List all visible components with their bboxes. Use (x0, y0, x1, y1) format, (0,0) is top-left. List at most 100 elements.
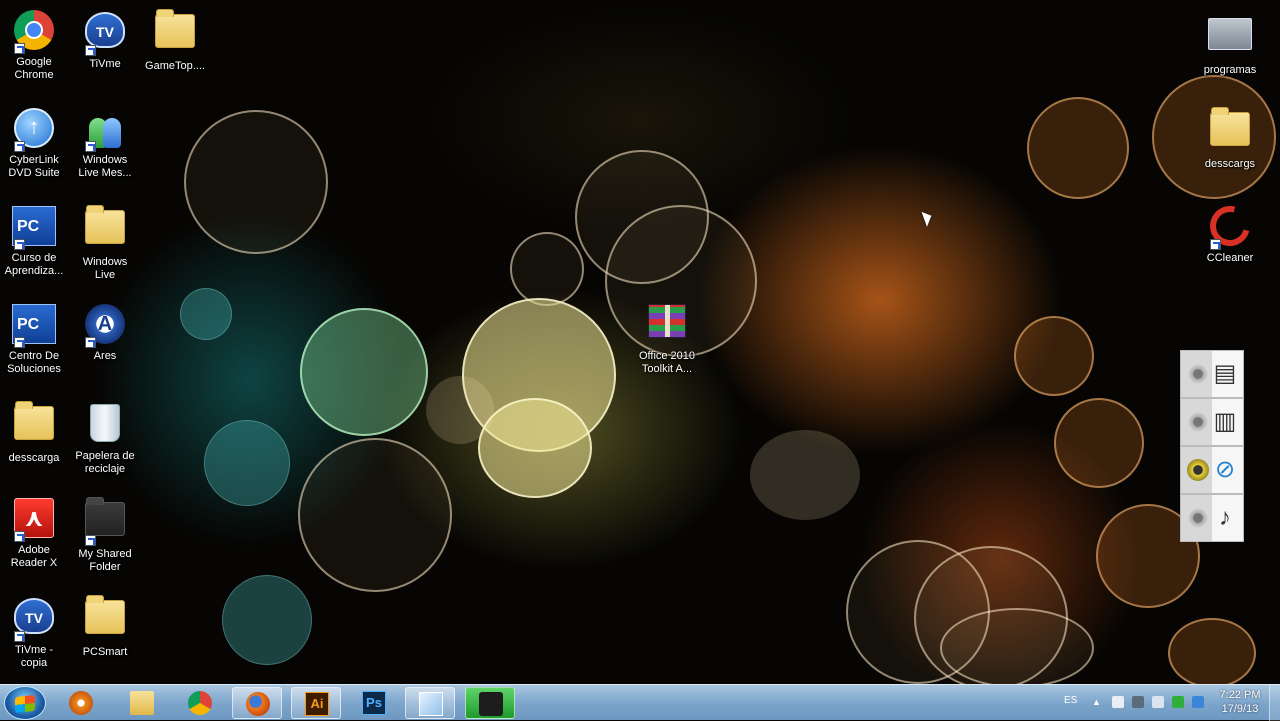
desktop-icon-programas[interactable]: programas (1190, 8, 1270, 77)
desktop-icon-ares[interactable]: A Ares (65, 302, 145, 363)
taskbar-window[interactable] (405, 687, 455, 719)
desktop-icon-tivme[interactable]: TV TiVme (65, 8, 145, 71)
desktop-icon-windows-live-messenger[interactable]: Windows Live Mes... (65, 106, 145, 180)
music-note-icon: ♪ (1219, 504, 1231, 531)
desktop-icon-adobe-reader[interactable]: ⋏ Adobe Reader X (0, 496, 74, 570)
desktop-icon-label: CyberLink DVD Suite (8, 154, 60, 179)
taskbar-media-player[interactable] (56, 687, 106, 719)
windows-logo-icon (15, 694, 35, 714)
ccleaner-icon (1202, 198, 1258, 254)
shortcut-arrow-icon (14, 239, 25, 250)
desktop-icon-windows-live[interactable]: Windows Live (65, 204, 145, 282)
taskbar-firefox[interactable] (232, 687, 282, 719)
desktop-icon-label: Windows Live (82, 256, 128, 281)
gadget-cubes[interactable]: ▤ ▥ ⊘ ♪ (1180, 350, 1250, 560)
show-desktop-button[interactable] (1269, 685, 1280, 721)
ares-icon: A (83, 304, 127, 348)
gadget-cube-network[interactable]: ⊘ (1180, 446, 1244, 494)
desktop-icon-label: Adobe Reader X (10, 544, 58, 569)
desktop-icon-label: GameTop.... (145, 60, 205, 72)
shortcut-arrow-icon (14, 43, 25, 54)
desktop-icon-label: desscargs (1204, 158, 1256, 170)
desktop-icon-pcsmart[interactable]: PCSmart (65, 594, 145, 659)
folder-icon (12, 401, 56, 450)
shortcut-arrow-icon (1210, 239, 1221, 250)
desktop-icon-label: Curso de Aprendiza... (4, 252, 64, 277)
volume-icon[interactable] (1112, 696, 1124, 708)
flag-icon[interactable] (1152, 696, 1164, 708)
update-icon[interactable] (1192, 696, 1204, 708)
desktop-icon-google-chrome[interactable]: Google Chrome (0, 8, 74, 82)
taskbar: Ai Ps ES ▲ 7:22 PM 17/9/13 (0, 684, 1280, 721)
start-button[interactable] (4, 686, 46, 720)
taskbar-explorer[interactable] (117, 687, 167, 719)
security-icon[interactable] (1172, 696, 1184, 708)
network-icon[interactable] (1132, 696, 1144, 708)
desktop-icon-desscarga[interactable]: desscarga (0, 400, 74, 465)
folder-icon (1208, 107, 1252, 156)
bokeh-circle (510, 232, 584, 306)
desktop-icon-label: programas (1203, 64, 1257, 76)
bokeh-circle (426, 376, 494, 444)
bokeh-circle (1027, 97, 1129, 199)
bokeh-circle (750, 430, 860, 520)
gadget-cube-music[interactable]: ♪ (1180, 494, 1244, 542)
desktop-icon-tivme-copia[interactable]: TV TiVme - copia (0, 594, 74, 670)
desktop-icon-cyberlink[interactable]: ↑ CyberLink DVD Suite (0, 106, 74, 180)
camera-icon (479, 692, 503, 716)
desktop-icon-curso-de-aprendizaje[interactable]: PC Curso de Aprendiza... (0, 204, 74, 278)
recycle-bin-icon (83, 404, 127, 448)
gadget-cube-folders[interactable]: ▥ (1180, 398, 1244, 446)
speaker-icon (1187, 363, 1209, 385)
desktop-icon-office-2010-toolkit[interactable]: Office 2010 Toolkit A... (627, 300, 707, 376)
photoshop-icon: Ps (362, 691, 386, 715)
bokeh-circle (184, 110, 328, 254)
bokeh-circle (462, 298, 616, 452)
desktop-icon-centro-de-soluciones[interactable]: PC Centro De Soluciones (0, 302, 74, 376)
winrar-archive-icon (645, 304, 689, 348)
bokeh-circle (575, 150, 709, 284)
desktop-icon-desscargs[interactable]: desscargs (1190, 106, 1270, 171)
taskbar-photoshop[interactable]: Ps (349, 687, 399, 719)
desktop-icon-gametop[interactable]: GameTop.... (135, 8, 215, 73)
desktop-icon-label: Ares (93, 350, 117, 362)
shortcut-arrow-icon (14, 531, 25, 542)
shortcut-arrow-icon (14, 631, 25, 642)
pcsmart-icon: PC (12, 206, 56, 250)
bokeh-circle (1054, 398, 1144, 488)
bokeh-circle (1014, 316, 1094, 396)
shortcut-arrow-icon (14, 141, 25, 152)
folder-icon (153, 9, 197, 58)
clock[interactable]: 7:22 PM 17/9/13 (1214, 688, 1266, 716)
clock-date: 17/9/13 (1221, 703, 1259, 715)
desktop-icon-label: CCleaner (1206, 252, 1254, 264)
desktop-icon-label: desscarga (8, 452, 60, 464)
desktop-icon-recycle-bin[interactable]: Papelera de reciclaje (65, 400, 145, 476)
speaker-icon (1187, 507, 1209, 529)
taskbar-illustrator[interactable]: Ai (291, 687, 341, 719)
gadget-cube-documents[interactable]: ▤ (1180, 350, 1244, 398)
bokeh-circle (222, 575, 312, 665)
shortcut-arrow-icon (14, 337, 25, 348)
mouse-cursor-icon (921, 209, 935, 227)
cyberlink-icon: ↑ (12, 108, 56, 152)
window-icon (419, 692, 443, 716)
bokeh-circle (300, 308, 428, 436)
messenger-icon (83, 108, 127, 152)
desktop-icon-label: Centro De Soluciones (7, 350, 61, 375)
show-hidden-icons-icon[interactable]: ▲ (1092, 696, 1104, 708)
shortcut-arrow-icon (85, 141, 96, 152)
language-indicator[interactable]: ES (1064, 695, 1077, 706)
desktop-icon-label: Windows Live Mes... (78, 154, 132, 179)
clock-time: 7:22 PM (1219, 689, 1261, 701)
desktop-icon-my-shared-folder[interactable]: My Shared Folder (65, 496, 145, 574)
system-tray: ES ▲ 7:22 PM 17/9/13 (1050, 685, 1280, 721)
taskbar-camera-app[interactable] (465, 687, 515, 719)
desktop[interactable]: Google Chrome TV TiVme GameTop.... ↑ Cyb… (0, 0, 1280, 684)
shortcut-arrow-icon (85, 45, 96, 56)
taskbar-chrome[interactable] (175, 687, 225, 719)
media-player-icon (69, 691, 93, 715)
folder-icon (83, 205, 127, 254)
desktop-icon-ccleaner[interactable]: CCleaner (1190, 198, 1270, 265)
shortcut-arrow-icon (85, 535, 96, 546)
